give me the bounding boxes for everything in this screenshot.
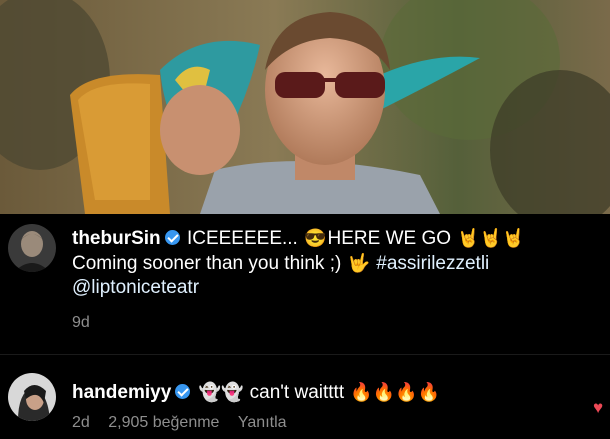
heart-icon[interactable]: ♥	[593, 398, 603, 418]
rock-hand-emoji-icon: 🤘🤘🤘	[457, 228, 525, 248]
commenter-avatar[interactable]	[8, 373, 56, 421]
comment-meta: 2d 2,905 beğenme Yanıtla	[72, 414, 287, 432]
comment-body: can't waitttt	[249, 382, 345, 403]
verified-badge-icon	[175, 384, 191, 399]
comment-timestamp: 2d	[72, 414, 90, 431]
post-timestamp: 9d	[72, 314, 90, 331]
caption-text: theburSin ICEEEEEE... 😎HERE WE GO 🤘🤘🤘 Co…	[72, 226, 602, 300]
caption-text-3: Coming sooner than you think ;)	[72, 253, 342, 274]
author-username[interactable]: theburSin	[72, 228, 161, 249]
hashtag-link[interactable]: #assirilezzetli	[376, 253, 489, 274]
divider	[0, 354, 610, 355]
reply-button[interactable]: Yanıtla	[238, 414, 287, 431]
mention-link[interactable]: @liptoniceteatr	[72, 277, 199, 298]
sunglasses-emoji-icon: 😎	[304, 228, 327, 248]
author-avatar[interactable]	[8, 224, 56, 272]
verified-badge-icon	[164, 230, 180, 245]
comment-text: handemiyy 👻👻 can't waitttt 🔥🔥🔥🔥	[72, 380, 592, 405]
post-caption-block: theburSin ICEEEEEE... 😎HERE WE GO 🤘🤘🤘 Co…	[0, 214, 610, 354]
comment-likes[interactable]: 2,905 beğenme	[108, 414, 219, 431]
caption-text-1: ICEEEEEE...	[186, 228, 298, 249]
caption-text-2: HERE WE GO	[327, 228, 452, 249]
ghost-emoji-icon: 👻👻	[198, 382, 244, 402]
fire-emoji-icon: 🔥🔥🔥🔥	[350, 382, 441, 402]
post-photo[interactable]	[0, 0, 610, 214]
love-you-hand-emoji-icon: 🤟	[347, 253, 371, 273]
commenter-username[interactable]: handemiyy	[72, 382, 171, 403]
